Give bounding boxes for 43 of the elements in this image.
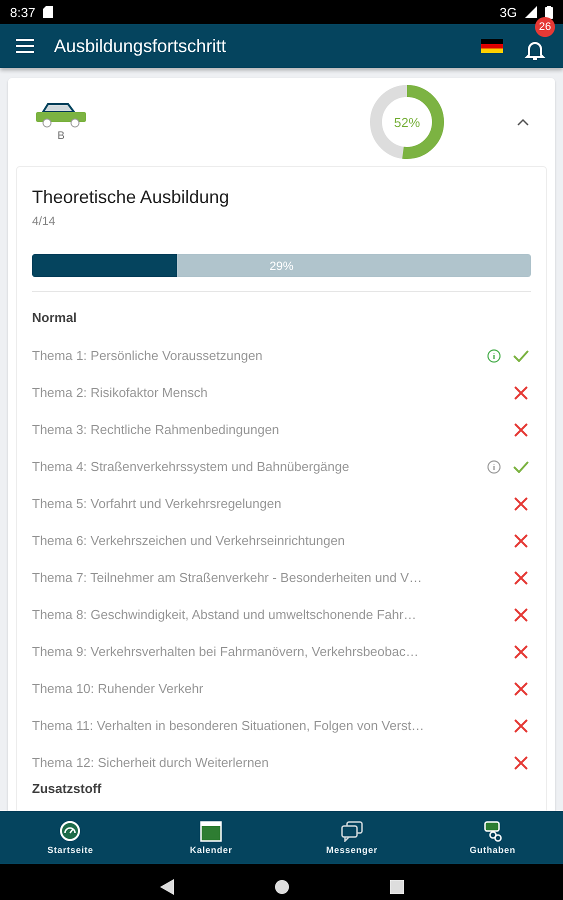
battery-icon: [545, 6, 553, 18]
info-icon[interactable]: [487, 460, 501, 474]
menu-icon[interactable]: [16, 39, 34, 53]
topic-label[interactable]: Thema 8: Geschwindigkeit, Abstand und umweltschonende Fahr…: [32, 607, 501, 622]
topic-label[interactable]: Thema 1: Persönliche Voraussetzungen: [32, 348, 477, 363]
license-class: B: [57, 130, 65, 142]
page-title: Ausbildungsfortschritt: [54, 36, 228, 56]
group-title: Zusatzstoff: [32, 781, 102, 796]
nav-tab[interactable]: Guthaben: [422, 811, 563, 864]
section-title: Theoretische Ausbildung: [32, 187, 230, 208]
topic-label[interactable]: Thema 6: Verkehrszeichen und Verkehrseinrichtungen: [32, 533, 501, 548]
topic-label[interactable]: Thema 5: Vorfahrt und Verkehrsregelungen: [32, 496, 501, 511]
signal-icon: [525, 6, 537, 18]
coins-icon: [482, 820, 504, 842]
topic-label[interactable]: Thema 11: Verhalten in besonderen Situationen, Folgen von Verst…: [32, 718, 501, 733]
topic-label[interactable]: Thema 2: Risikofaktor Mensch: [32, 385, 501, 400]
nav-tab[interactable]: Startseite: [0, 811, 141, 864]
topic-label[interactable]: Thema 3: Rechtliche Rahmenbedingungen: [32, 422, 501, 437]
home-icon[interactable]: [274, 878, 290, 894]
speedometer-icon: [59, 820, 82, 842]
topic-label[interactable]: Thema 12: Sicherheit durch Weiterlernen: [32, 755, 501, 770]
topic-label[interactable]: Thema 4: Straßenverkehrssystem und Bahnübergänge: [32, 459, 477, 474]
german-flag-icon[interactable]: [481, 39, 503, 53]
progress-percent: 29%: [269, 258, 294, 272]
group-title: Normal: [32, 310, 77, 325]
nav-tab[interactable]: Messenger: [282, 811, 422, 864]
status-time: 8:37: [10, 4, 36, 20]
network-type: 3G: [500, 4, 517, 20]
topic-label[interactable]: Thema 10: Ruhender Verkehr: [32, 681, 501, 696]
nav-tab[interactable]: Kalender: [140, 811, 282, 864]
car-icon: [35, 102, 87, 128]
info-icon[interactable]: [487, 348, 501, 362]
back-icon[interactable]: [160, 878, 174, 894]
topic-label[interactable]: Thema 7: Teilnehmer am Straßenverkehr - Besonderheiten und V…: [32, 570, 501, 585]
calendar-icon: [200, 820, 222, 842]
topic-label[interactable]: Thema 9: Verkehrsverhalten bei Fahrmanövern, Verkehrsbeobac…: [32, 644, 501, 659]
notification-badge: 26: [535, 17, 555, 37]
percent-label: 52%: [394, 114, 420, 130]
progress-count: 4/14: [32, 214, 56, 228]
chevron-icon[interactable]: [517, 118, 529, 126]
sd-card-icon: [43, 6, 54, 18]
recents-icon[interactable]: [390, 880, 404, 894]
chat-bubbles-icon: [340, 820, 363, 842]
